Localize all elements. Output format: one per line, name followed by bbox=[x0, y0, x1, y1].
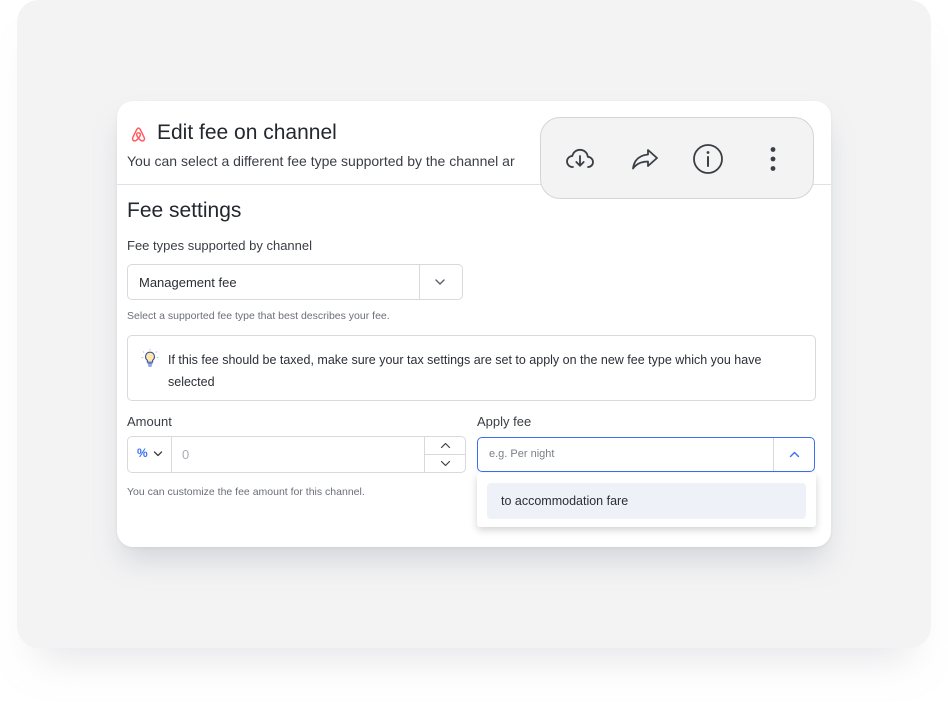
lightbulb-icon bbox=[141, 348, 159, 367]
tax-info-text: If this fee should be taxed, make sure y… bbox=[168, 353, 762, 389]
select-divider bbox=[773, 438, 774, 471]
chevron-down-icon bbox=[440, 460, 451, 467]
info-button[interactable] bbox=[691, 142, 725, 176]
fee-type-value: Management fee bbox=[139, 275, 237, 290]
chevron-down-icon bbox=[153, 451, 163, 457]
fee-type-select[interactable]: Management fee bbox=[127, 264, 463, 300]
amount-unit-select[interactable]: % bbox=[128, 437, 172, 472]
amount-stepper bbox=[424, 437, 466, 472]
amount-hint: You can customize the fee amount for thi… bbox=[127, 486, 365, 498]
amount-input-group: % 0 bbox=[127, 436, 466, 473]
apply-fee-dropdown: to accommodation fare bbox=[477, 473, 816, 527]
share-button[interactable] bbox=[628, 142, 662, 176]
more-options-button[interactable] bbox=[756, 142, 790, 176]
floating-toolbar bbox=[540, 117, 814, 199]
share-icon bbox=[632, 149, 658, 170]
chevron-up-icon bbox=[440, 442, 451, 449]
more-vertical-icon bbox=[770, 147, 776, 171]
airbnb-icon bbox=[131, 127, 146, 142]
fee-settings-heading: Fee settings bbox=[127, 199, 242, 222]
increment-button[interactable] bbox=[425, 437, 466, 455]
fee-type-label: Fee types supported by channel bbox=[127, 238, 313, 253]
dialog-subtitle: You can select a different fee type supp… bbox=[127, 153, 515, 169]
amount-unit-value: % bbox=[137, 446, 148, 460]
select-divider bbox=[419, 265, 420, 299]
fee-type-hint: Select a supported fee type that best de… bbox=[127, 310, 390, 322]
cloud-download-icon bbox=[566, 148, 594, 168]
amount-label: Amount bbox=[127, 414, 172, 429]
dialog-title: Edit fee on channel bbox=[157, 121, 337, 144]
decrement-button[interactable] bbox=[425, 455, 466, 472]
dropdown-option[interactable]: to accommodation fare bbox=[487, 483, 806, 519]
info-icon bbox=[693, 144, 723, 174]
apply-fee-label: Apply fee bbox=[477, 414, 532, 429]
chevron-up-icon[interactable] bbox=[789, 451, 800, 458]
apply-fee-placeholder: e.g. Per night bbox=[489, 448, 555, 460]
dropdown-option-label: to accommodation fare bbox=[501, 494, 629, 508]
chevron-down-icon[interactable] bbox=[434, 277, 446, 287]
tax-info-box: If this fee should be taxed, make sure y… bbox=[127, 335, 816, 401]
download-button[interactable] bbox=[563, 142, 597, 176]
amount-input[interactable]: 0 bbox=[182, 447, 189, 462]
apply-fee-select[interactable]: e.g. Per night bbox=[477, 437, 815, 472]
